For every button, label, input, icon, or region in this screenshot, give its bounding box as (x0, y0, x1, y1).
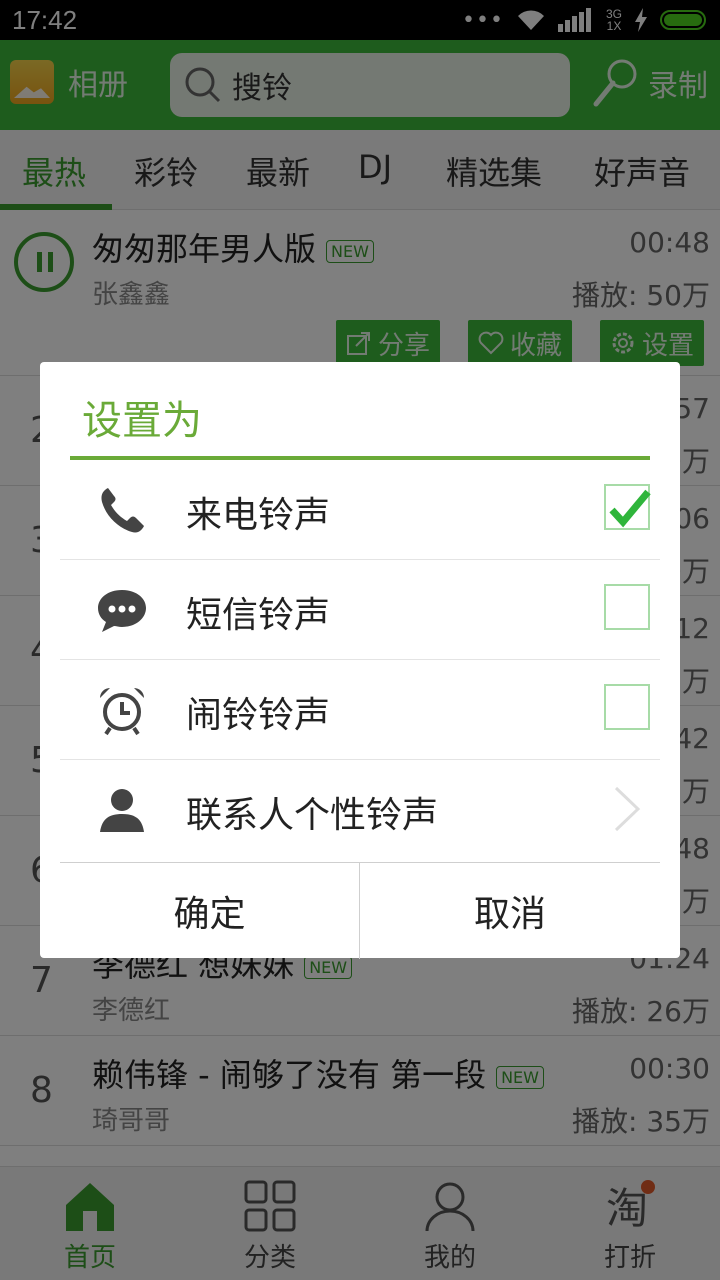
set-as-dialog: 设置为 来电铃声 短信铃声 闹铃铃声 联系人个性铃声 确定 取消 (40, 362, 680, 959)
option-label: 来电铃声 (186, 495, 331, 536)
dialog-title: 设置为 (82, 398, 202, 444)
option-label: 短信铃声 (186, 595, 331, 636)
cancel-button[interactable]: 取消 (360, 863, 660, 959)
option-incoming-call[interactable]: 来电铃声 (60, 460, 660, 560)
chevron-right-icon (614, 786, 641, 832)
phone-icon (101, 488, 144, 533)
option-label: 联系人个性铃声 (186, 795, 439, 836)
incoming-call-checkbox[interactable] (604, 484, 651, 530)
option-contact-ringtone[interactable]: 联系人个性铃声 (60, 760, 660, 860)
option-sms[interactable]: 短信铃声 (60, 560, 660, 660)
alarm-clock-icon (100, 688, 144, 736)
message-icon (98, 590, 146, 632)
alarm-checkbox[interactable] (604, 684, 650, 730)
sms-checkbox[interactable] (604, 584, 650, 630)
dialog-buttons: 确定 取消 (60, 862, 660, 959)
checkmark-icon (609, 489, 651, 528)
confirm-button[interactable]: 确定 (60, 863, 360, 959)
option-alarm[interactable]: 闹铃铃声 (60, 660, 660, 760)
option-label: 闹铃铃声 (186, 695, 331, 736)
contact-icon (100, 789, 144, 832)
